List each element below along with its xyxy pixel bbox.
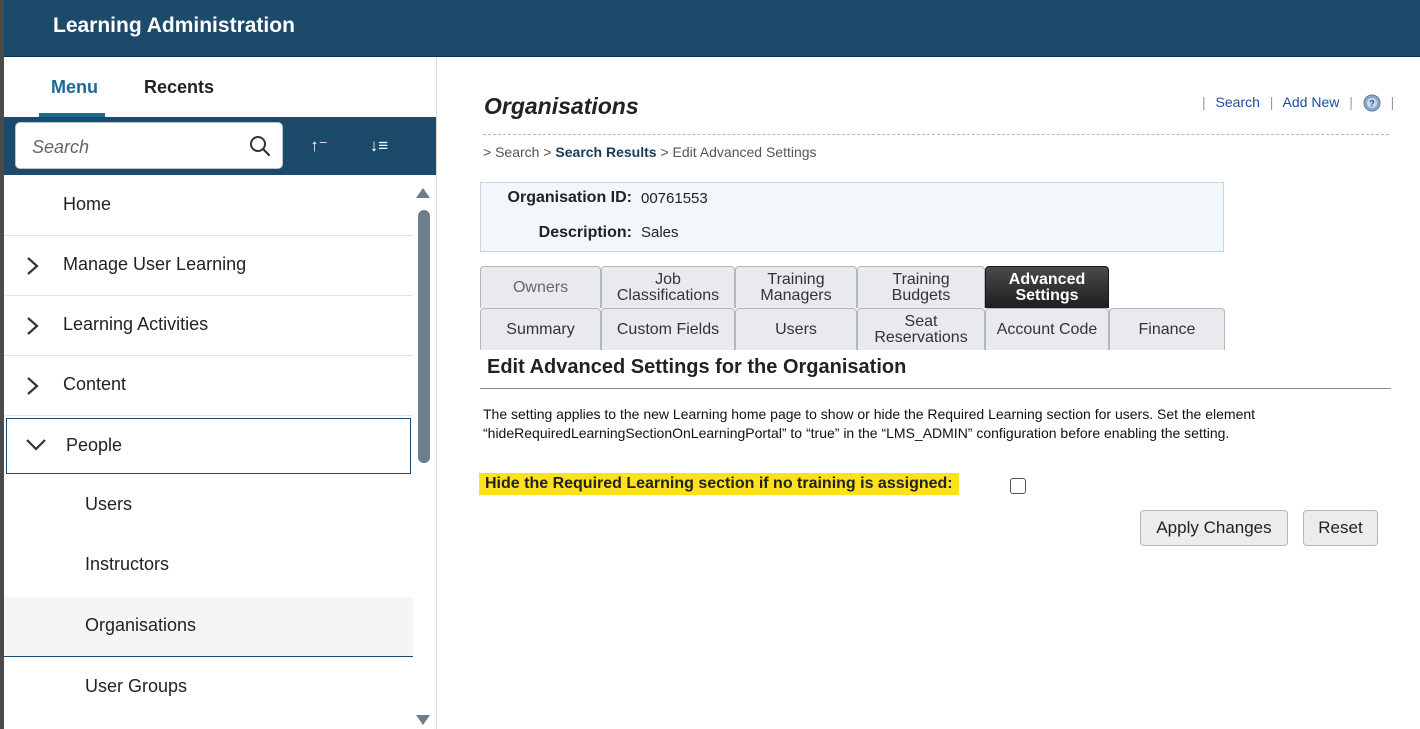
- sidebar-item-manage-user-learning[interactable]: Manage User Learning: [4, 236, 413, 296]
- search-icon[interactable]: [249, 135, 271, 157]
- page-title: Organisations: [484, 93, 639, 119]
- breadcrumb-search-results[interactable]: Search Results: [555, 144, 656, 160]
- sidebar-nav: Home Manage User Learning Learning Activ…: [4, 176, 413, 729]
- link-separator: |: [1269, 94, 1274, 110]
- tab-training-budgets[interactable]: Training Budgets: [857, 266, 985, 308]
- top-links: | Search | Add New | ? |: [1196, 94, 1400, 112]
- tab-job-classifications[interactable]: Job Classifications: [601, 266, 735, 308]
- sidebar-item-organisations[interactable]: Organisations: [4, 597, 413, 657]
- tab-owners[interactable]: Owners: [480, 266, 601, 308]
- top-bar: Learning Administration: [4, 0, 1420, 57]
- sidebar-item-people[interactable]: People: [6, 418, 411, 474]
- hide-required-learning-label: Hide the Required Learning section if no…: [479, 473, 959, 495]
- breadcrumb-separator: >: [660, 144, 669, 160]
- sidebar-item-label: Users: [85, 494, 133, 514]
- tab-advanced-settings[interactable]: Advanced Settings: [985, 266, 1109, 308]
- sidebar-item-label: User Groups: [85, 676, 188, 696]
- setting-description: The setting applies to the new Learning …: [483, 405, 1383, 443]
- scroll-up-icon[interactable]: [416, 188, 430, 198]
- sidebar-item-label: Manage User Learning: [63, 254, 247, 274]
- help-icon[interactable]: ?: [1363, 94, 1381, 112]
- tab-seat-reservations[interactable]: Seat Reservations: [857, 308, 985, 350]
- tab-recents[interactable]: Recents: [144, 77, 214, 98]
- sidebar-item-label: Home: [63, 194, 112, 214]
- chevron-down-icon: [26, 439, 46, 451]
- chevron-right-icon: [27, 377, 39, 395]
- sidebar-item-label: Instructors: [85, 554, 170, 574]
- sidebar-tabs: Menu Recents: [4, 57, 436, 117]
- sidebar: Menu Recents ↑⁻ ↓≡ Home Manage User Lear…: [4, 57, 437, 729]
- sidebar-item-label: Content: [63, 374, 127, 394]
- sidebar-search-bar: ↑⁻ ↓≡: [4, 117, 436, 175]
- tab-summary[interactable]: Summary: [480, 308, 601, 350]
- breadcrumb-current: Edit Advanced Settings: [672, 144, 817, 160]
- sidebar-item-home[interactable]: Home: [4, 176, 413, 236]
- section-title: Edit Advanced Settings for the Organisat…: [487, 356, 907, 378]
- chevron-right-icon: [27, 317, 39, 335]
- tab-training-managers[interactable]: Training Managers: [735, 266, 857, 308]
- breadcrumb: > Search > Search Results > Edit Advance…: [483, 144, 817, 160]
- organisation-id-label: Organisation ID:: [507, 189, 632, 206]
- link-separator: |: [1390, 94, 1395, 110]
- search-input[interactable]: [30, 134, 234, 160]
- chevron-right-icon: [27, 257, 39, 275]
- tab-finance[interactable]: Finance: [1109, 308, 1225, 350]
- description-label: Description:: [538, 224, 632, 241]
- scroll-down-icon[interactable]: [416, 715, 430, 725]
- breadcrumb-separator: >: [483, 144, 492, 160]
- sidebar-item-user-groups[interactable]: User Groups: [4, 658, 413, 718]
- sidebar-item-label: Learning Activities: [63, 314, 209, 334]
- breadcrumb-separator: >: [543, 144, 552, 160]
- sidebar-item-label: People: [66, 435, 123, 455]
- section-divider: [480, 388, 1391, 389]
- reset-button[interactable]: Reset: [1303, 510, 1378, 546]
- description-line: The setting applies to the new Learning …: [483, 406, 1256, 422]
- sidebar-item-content[interactable]: Content: [4, 356, 413, 416]
- sidebar-item-users[interactable]: Users: [4, 476, 413, 536]
- main-content: Organisations | Search | Add New | ? | >…: [437, 57, 1420, 729]
- description-line: “hideRequiredLearningSectionOnLearningPo…: [483, 425, 1230, 441]
- organisation-info-panel: Organisation ID: 00761553 Description: S…: [480, 182, 1224, 252]
- sidebar-item-learning-activities[interactable]: Learning Activities: [4, 296, 413, 356]
- svg-text:?: ?: [1369, 99, 1375, 109]
- add-new-link[interactable]: Add New: [1283, 94, 1340, 110]
- hide-required-learning-checkbox[interactable]: [1010, 478, 1026, 494]
- tab-account-code[interactable]: Account Code: [985, 308, 1109, 350]
- organisation-id-value: 00761553: [641, 190, 708, 207]
- tab-custom-fields[interactable]: Custom Fields: [601, 308, 735, 350]
- sort-ascending-icon[interactable]: ↑⁻: [304, 131, 334, 161]
- tab-users[interactable]: Users: [735, 308, 857, 350]
- description-value: Sales: [641, 224, 679, 241]
- search-box: [15, 122, 283, 169]
- link-separator: |: [1349, 94, 1353, 110]
- title-divider: [483, 134, 1389, 135]
- sidebar-item-instructors[interactable]: Instructors: [4, 536, 413, 596]
- apply-changes-button[interactable]: Apply Changes: [1140, 510, 1288, 546]
- search-link[interactable]: Search: [1216, 94, 1260, 110]
- sidebar-scrollbar-thumb[interactable]: [418, 210, 430, 463]
- link-separator: |: [1202, 94, 1206, 110]
- app-title: Learning Administration: [53, 14, 295, 37]
- tab-menu[interactable]: Menu: [51, 77, 98, 98]
- sidebar-item-label: Organisations: [85, 615, 197, 635]
- sort-descending-icon[interactable]: ↓≡: [364, 131, 394, 161]
- breadcrumb-search[interactable]: Search: [495, 144, 539, 160]
